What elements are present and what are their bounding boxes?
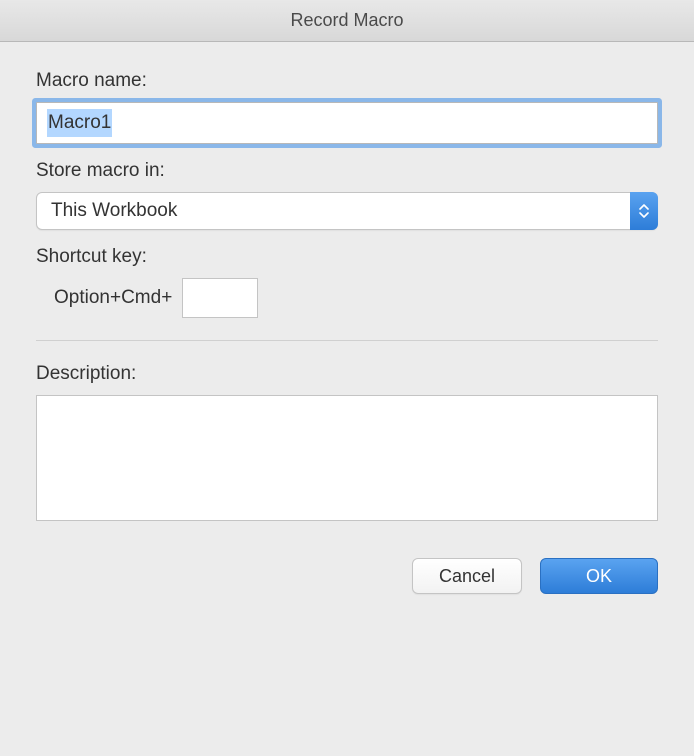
divider: [36, 340, 658, 341]
dropdown-arrows-icon: [630, 192, 658, 230]
store-in-label: Store macro in:: [36, 160, 658, 182]
description-textarea[interactable]: [36, 395, 658, 521]
shortcut-group: Shortcut key: Option+Cmd+: [36, 246, 658, 318]
button-row: Cancel OK: [36, 558, 658, 594]
cancel-button[interactable]: Cancel: [412, 558, 522, 594]
macro-name-label: Macro name:: [36, 70, 658, 92]
shortcut-label: Shortcut key:: [36, 246, 658, 268]
dialog-titlebar: Record Macro: [0, 0, 694, 42]
ok-button[interactable]: OK: [540, 558, 658, 594]
description-label: Description:: [36, 363, 658, 385]
ok-button-label: OK: [586, 566, 612, 587]
shortcut-row: Option+Cmd+: [36, 278, 658, 318]
shortcut-prefix: Option+Cmd+: [54, 287, 172, 309]
dialog-content: Macro name: Macro1 Store macro in: This …: [0, 42, 694, 614]
cancel-button-label: Cancel: [439, 566, 495, 587]
description-group: Description:: [36, 363, 658, 526]
store-in-value: This Workbook: [51, 200, 177, 222]
store-in-group: Store macro in: This Workbook: [36, 160, 658, 230]
macro-name-value: Macro1: [47, 109, 112, 137]
macro-name-input[interactable]: Macro1: [36, 102, 658, 144]
store-in-select[interactable]: This Workbook: [36, 192, 658, 230]
shortcut-input[interactable]: [182, 278, 258, 318]
store-in-selected: This Workbook: [36, 192, 658, 230]
dialog-title: Record Macro: [290, 10, 403, 31]
macro-name-group: Macro name: Macro1: [36, 70, 658, 144]
